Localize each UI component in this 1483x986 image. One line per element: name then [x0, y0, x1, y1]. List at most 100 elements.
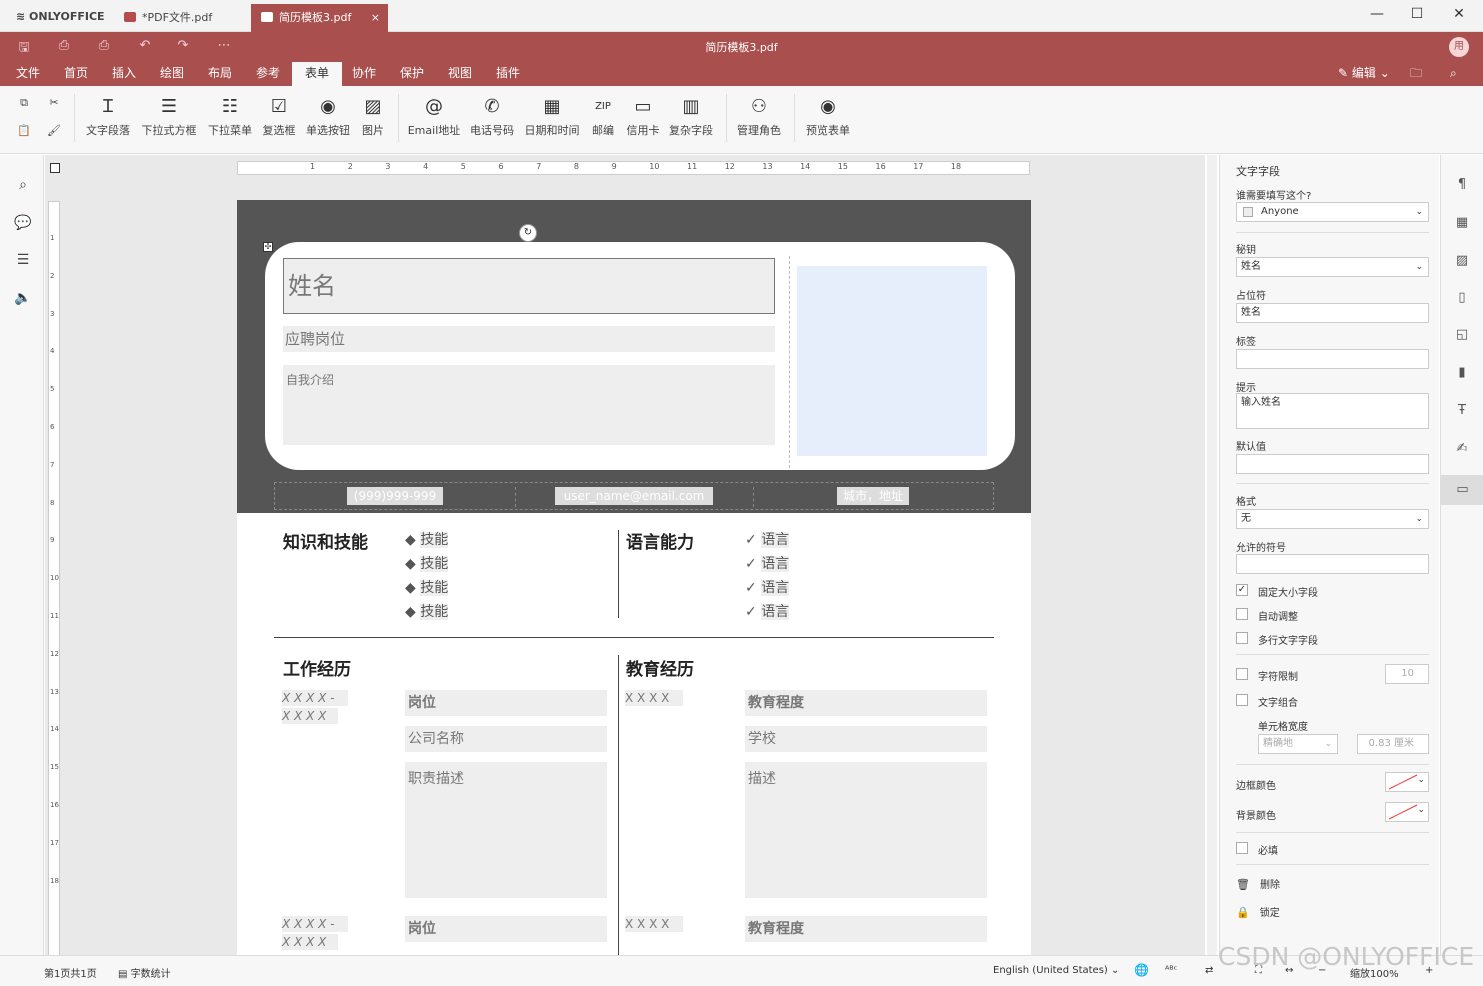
menu-view[interactable]: 视图 [440, 62, 480, 86]
char-limit-checkbox[interactable] [1236, 668, 1248, 680]
tab-stop-selector[interactable] [50, 163, 60, 173]
form-settings-icon[interactable]: ▭ [1441, 475, 1483, 505]
avatar[interactable]: 用 [1449, 37, 1469, 57]
edu-date[interactable]: X X X X [625, 916, 683, 932]
minimize-button[interactable]: — [1367, 6, 1387, 26]
search-icon[interactable]: ⌕ [14, 177, 32, 195]
signature-icon[interactable]: ✍ [1453, 441, 1471, 459]
language-item[interactable]: ✓ 语言 [745, 577, 790, 597]
text-field-button[interactable]: Ɪ 文字段落 [84, 96, 132, 148]
horizontal-ruler[interactable]: 1 2 3 4 5 6 7 8 9 10 11 12 13 14 15 16 17 18 [237, 161, 1030, 175]
work-end-date[interactable]: X X X X [282, 934, 338, 950]
fixed-size-checkbox[interactable]: ✓ [1236, 584, 1248, 596]
complex-field-button[interactable]: ▥ 复杂字段 [666, 96, 716, 148]
job-field[interactable]: 岗位 [405, 690, 607, 716]
autofit-checkbox[interactable] [1236, 608, 1248, 620]
globe-icon[interactable]: 🌐 [1134, 963, 1149, 977]
intro-field[interactable]: 自我介绍 [283, 365, 775, 445]
job-field[interactable]: 岗位 [405, 916, 607, 942]
work-start-date[interactable]: X X X X - [282, 916, 348, 932]
position-field[interactable]: 应聘岗位 [283, 326, 775, 352]
table-icon[interactable]: ▦ [1453, 215, 1471, 233]
comment-icon[interactable]: 💬 [14, 215, 32, 233]
menu-protect[interactable]: 保护 [392, 62, 432, 86]
comb-checkbox[interactable] [1236, 694, 1248, 706]
cell-width-mode-select[interactable]: 精确地 ⌄ [1258, 734, 1338, 754]
word-count-button[interactable]: ▤ 字数统计 [118, 965, 171, 980]
border-color-picker[interactable]: ⌄ [1385, 772, 1429, 792]
image-icon[interactable]: ▨ [1453, 253, 1471, 271]
edu-desc-field[interactable]: 描述 [745, 762, 987, 898]
language-select[interactable]: English (United States) ⌄ [993, 965, 1119, 976]
menu-file[interactable]: 文件 [8, 62, 48, 86]
menu-plugins[interactable]: 插件 [488, 62, 528, 86]
default-input[interactable] [1236, 454, 1429, 474]
speaker-icon[interactable]: 🔈 [14, 290, 32, 308]
menu-layout[interactable]: 布局 [200, 62, 240, 86]
phone-field[interactable]: (999)999-999 [347, 487, 443, 505]
menu-collaborate[interactable]: 协作 [344, 62, 384, 86]
chart-icon[interactable]: ▮ [1453, 365, 1471, 383]
navigation-icon[interactable]: ☰ [14, 252, 32, 270]
bg-color-picker[interactable]: ⌄ [1385, 802, 1429, 822]
radio-button[interactable]: ◉ 单选按钮 [304, 96, 352, 148]
school-field[interactable]: 学校 [745, 726, 987, 752]
image-button[interactable]: ▨ 图片 [358, 96, 388, 148]
credit-card-button[interactable]: ▭ 信用卡 [624, 96, 662, 148]
duty-field[interactable]: 职责描述 [405, 762, 607, 898]
preview-form-button[interactable]: ◉ 预览表单 [802, 96, 854, 148]
manage-roles-button[interactable]: ⚇ 管理角色 [734, 96, 784, 148]
lock-button[interactable]: 🔒 锁定 [1236, 904, 1280, 919]
datetime-button[interactable]: ▦ 日期和时间 [522, 96, 582, 148]
combo-box-button[interactable]: ☰ 下拉式方框 [140, 96, 198, 148]
shape-icon[interactable]: ◱ [1453, 327, 1471, 345]
key-select[interactable]: 姓名 ⌄ [1236, 257, 1429, 277]
skill-item[interactable]: ◆ 技能 [405, 553, 449, 573]
phone-button[interactable]: ✆ 电话号码 [466, 96, 518, 148]
skill-item[interactable]: ◆ 技能 [405, 601, 449, 621]
placeholder-input[interactable]: 姓名 [1236, 303, 1429, 323]
photo-field[interactable] [797, 266, 987, 456]
edit-mode-button[interactable]: ✎ 编辑 ⌄ [1330, 62, 1398, 86]
delete-button[interactable]: 🗑 删除 [1236, 876, 1280, 891]
company-field[interactable]: 公司名称 [405, 726, 607, 752]
skill-item[interactable]: ◆ 技能 [405, 529, 449, 549]
pdf-page[interactable]: ✣ ↻ 姓名 应聘岗位 自我介绍 (999)999-999 user_name@… [237, 200, 1031, 955]
document-canvas[interactable]: 1 2 3 4 5 6 7 8 9 10 11 12 13 14 15 16 17 18 1 2 3 4 5 6 7 8 9 10 1… [45, 155, 1205, 955]
language-item[interactable]: ✓ 语言 [745, 553, 790, 573]
spellcheck-icon[interactable]: ᴬᴮᶜ [1165, 965, 1177, 976]
work-start-date[interactable]: X X X X - [282, 690, 348, 706]
email-button[interactable]: @ Email地址 [406, 96, 462, 148]
menu-home[interactable]: 首页 [56, 62, 96, 86]
vertical-ruler[interactable]: 1 2 3 4 5 6 7 8 9 10 11 12 13 14 15 16 17 18 [48, 201, 60, 955]
cell-width-stepper[interactable]: 0.83 厘米 [1357, 734, 1429, 754]
work-end-date[interactable]: X X X X [282, 708, 338, 724]
zip-button[interactable]: ZIP 邮编 [588, 96, 618, 148]
address-field[interactable]: 城市，地址 [837, 487, 909, 505]
degree-field[interactable]: 教育程度 [745, 916, 987, 942]
format-select[interactable]: 无 ⌄ [1236, 509, 1429, 529]
required-checkbox[interactable] [1236, 842, 1248, 854]
paragraph-icon[interactable]: ¶ [1453, 177, 1471, 195]
move-handle-icon[interactable]: ✣ [263, 242, 273, 252]
rotate-handle-icon[interactable]: ↻ [519, 224, 537, 242]
skill-item[interactable]: ◆ 技能 [405, 577, 449, 597]
allowed-symbols-input[interactable] [1236, 554, 1429, 574]
checkbox-button[interactable]: ☑ 复选框 [258, 96, 300, 148]
language-item[interactable]: ✓ 语言 [745, 529, 790, 549]
who-select[interactable]: Anyone ⌄ [1236, 202, 1429, 222]
menu-references[interactable]: 参考 [248, 62, 288, 86]
close-window-button[interactable]: ✕ [1449, 6, 1469, 26]
char-limit-stepper[interactable]: 10 [1385, 664, 1429, 684]
name-field[interactable]: 姓名 [283, 258, 775, 314]
page-count[interactable]: 第1页共1页 [44, 965, 97, 980]
menu-draw[interactable]: 绘图 [152, 62, 192, 86]
vertical-scrollbar[interactable] [1207, 155, 1217, 955]
tab-pdf-file[interactable]: *PDF文件.pdf [114, 4, 251, 32]
tip-input[interactable]: 输入姓名 [1236, 393, 1429, 429]
open-location-icon[interactable]: 🗀 [1402, 62, 1430, 86]
tab-resume-template[interactable]: 简历模板3.pdf × [251, 4, 388, 32]
maximize-button[interactable]: ☐ [1407, 6, 1427, 26]
dropdown-button[interactable]: ☷ 下拉菜单 [206, 96, 254, 148]
multiline-checkbox[interactable] [1236, 632, 1248, 644]
